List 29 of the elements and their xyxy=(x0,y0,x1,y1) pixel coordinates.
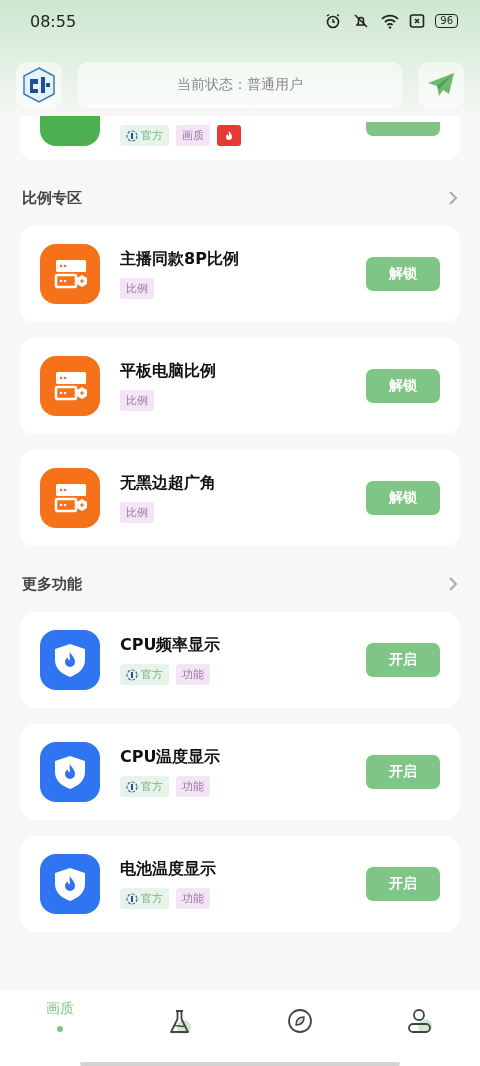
feature-title: CPU温度显示 xyxy=(120,747,222,768)
action-button[interactable]: 解锁 xyxy=(366,481,440,515)
battery-level: 96 xyxy=(435,14,458,28)
action-button[interactable]: 开启 xyxy=(366,755,440,789)
category-tag: 功能 xyxy=(176,664,210,685)
category-tag: 比例 xyxy=(120,390,154,411)
category-tag: 功能 xyxy=(176,888,210,909)
official-tag: 官方 xyxy=(120,664,169,685)
feature-title: 主播同款8P比例 xyxy=(120,249,240,270)
action-button[interactable]: 开启 xyxy=(366,867,440,901)
category-tag: 比例 xyxy=(120,278,154,299)
official-tag: 官方 xyxy=(120,888,169,909)
action-button[interactable]: 开启 xyxy=(366,643,440,677)
user-status-label: 当前状态：普通用户 xyxy=(78,62,402,108)
feature-title: 无黑边超广角 xyxy=(120,473,217,494)
nav-tab[interactable]: 画质 xyxy=(46,1000,74,1018)
feature-title: 电池温度显示 xyxy=(120,859,217,880)
category-tag: 比例 xyxy=(120,502,154,523)
action-button[interactable]: 解锁 xyxy=(366,369,440,403)
section-title: 更多功能 xyxy=(22,574,82,594)
section-title: 比例专区 xyxy=(22,188,82,208)
status-time: 08:55 xyxy=(30,11,77,31)
category-tag: 画质 xyxy=(176,125,210,146)
feature-title: CPU频率显示 xyxy=(120,635,222,656)
action-button[interactable]: 解锁 xyxy=(366,257,440,291)
official-tag: 官方 xyxy=(120,125,169,146)
feature-title: 平板电脑比例 xyxy=(120,361,217,382)
category-tag: 功能 xyxy=(176,776,210,797)
official-tag: 官方 xyxy=(120,776,169,797)
